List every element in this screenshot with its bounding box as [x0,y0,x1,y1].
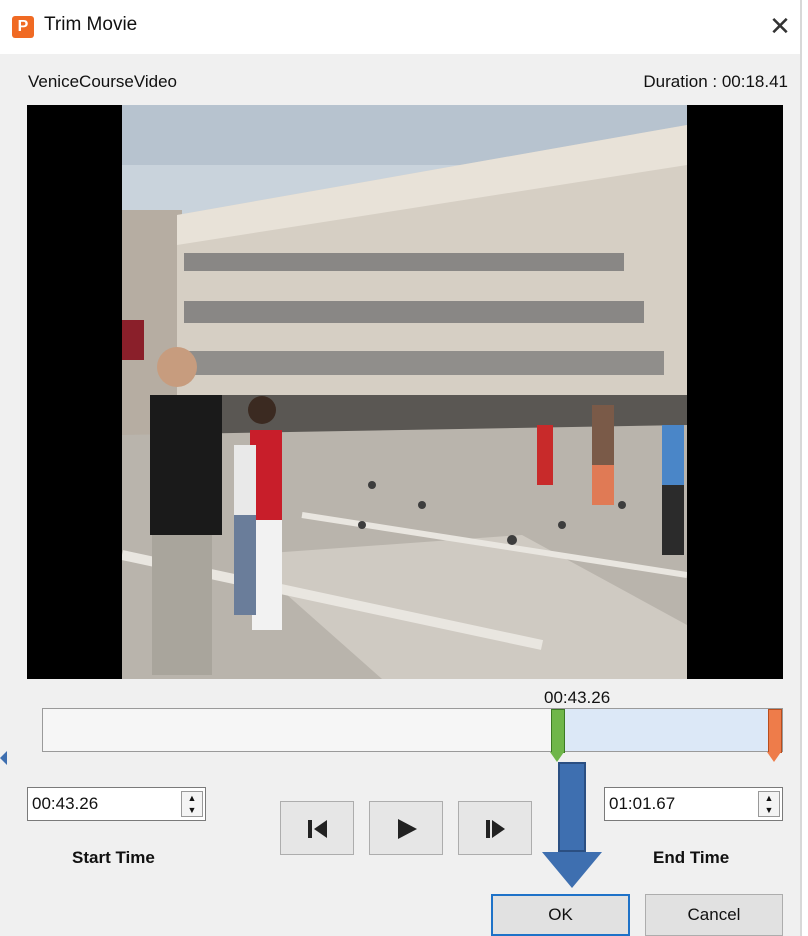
end-time-label: End Time [653,848,730,867]
play-button[interactable] [369,801,443,855]
close-button[interactable]: ✕ [762,8,798,44]
duration-label: Duration : 00:18.41 [643,72,788,91]
video-preview[interactable] [27,105,783,679]
video-frame-image [122,105,687,679]
end-time-spinner[interactable]: ▲ ▼ [758,791,780,817]
title-bar: P Trim Movie ✕ [0,0,808,54]
playhead-time-label: 00:43.26 [544,688,611,707]
start-trim-handle[interactable] [551,709,565,753]
app-logo-icon: P [12,16,34,38]
end-time-value: 01:01.67 [609,794,676,813]
ok-button[interactable]: OK [491,894,630,936]
spin-up-icon[interactable]: ▲ [759,792,779,804]
spin-down-icon[interactable]: ▼ [759,804,779,816]
end-time-input[interactable]: 01:01.67 ▲ ▼ [604,787,783,821]
cancel-button[interactable]: Cancel [645,894,783,936]
start-handle-pointer [550,752,564,762]
step-forward-icon [486,820,505,838]
dialog-body: VeniceCourseVideo Duration : 00:18.41 00… [0,54,800,936]
window-title: Trim Movie [44,14,138,35]
annotation-pointer-icon [0,751,7,765]
step-back-icon [308,820,327,838]
next-frame-button[interactable] [458,801,532,855]
start-time-spinner[interactable]: ▲ ▼ [181,791,203,817]
previous-frame-button[interactable] [280,801,354,855]
end-handle-pointer [767,752,781,762]
start-time-input[interactable]: 00:43.26 ▲ ▼ [27,787,206,821]
video-name: VeniceCourseVideo [28,72,178,91]
trim-timeline[interactable] [42,708,783,753]
end-trim-handle[interactable] [768,709,782,753]
trim-selection-range [551,709,782,751]
spin-down-icon[interactable]: ▼ [182,804,202,816]
play-icon [398,819,417,839]
window-edge [800,0,802,936]
annotation-arrow-shaft [558,762,586,852]
start-time-label: Start Time [72,848,155,867]
spin-up-icon[interactable]: ▲ [182,792,202,804]
annotation-arrow-head-icon [542,852,602,888]
start-time-value: 00:43.26 [32,794,99,813]
